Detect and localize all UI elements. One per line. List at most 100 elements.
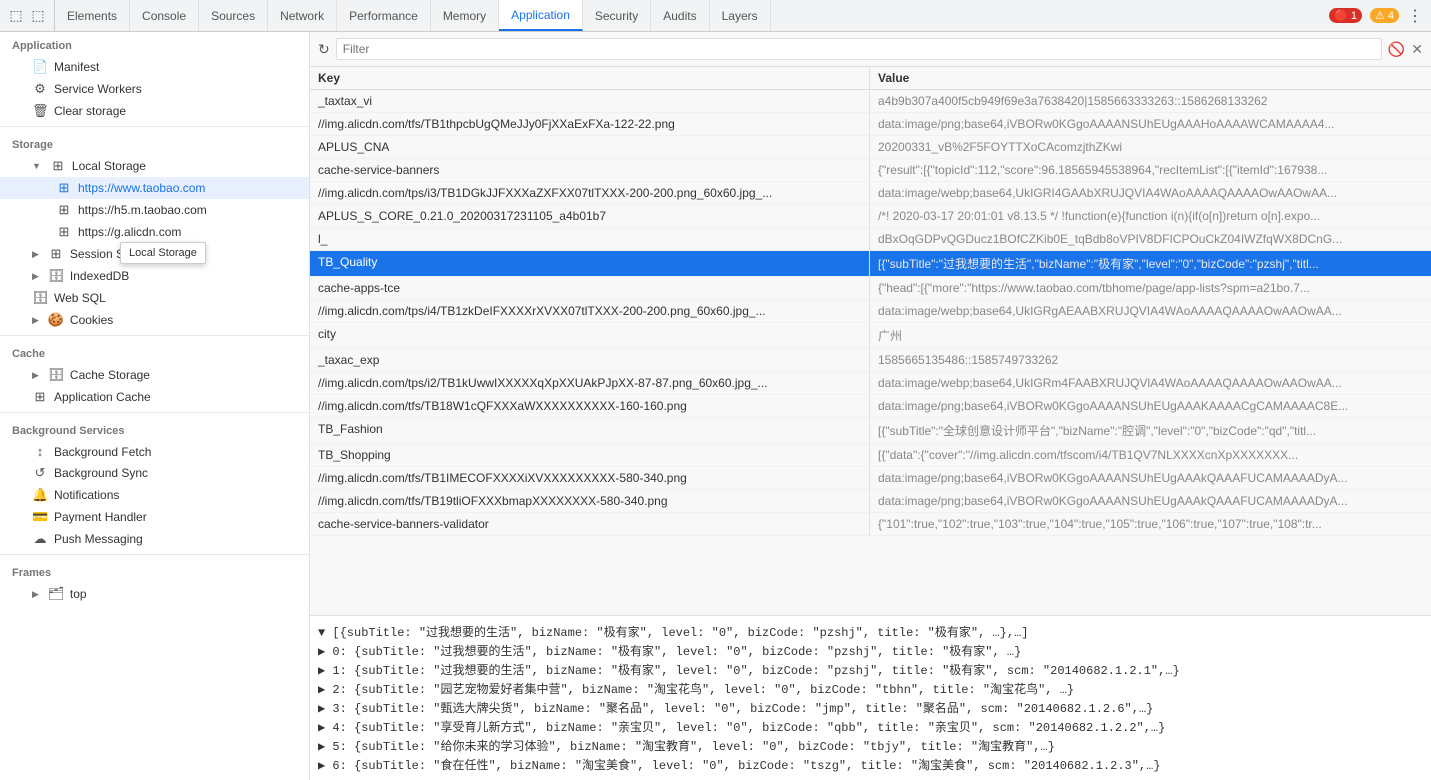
table-row[interactable]: TB_Fashion[{"subTitle":"全球创意设计师平台","bizN… xyxy=(310,418,1431,444)
tab-console[interactable]: Console xyxy=(130,0,199,31)
table-row[interactable]: //img.alicdn.com/tfs/TB19tliOFXXXbmapXXX… xyxy=(310,490,1431,513)
table-row[interactable]: //img.alicdn.com/tfs/TB1thpcbUgQMeJJy0Fj… xyxy=(310,113,1431,136)
preview-line[interactable]: ▶ 3: {subTitle: "甄选大牌尖货", bizName: "聚名品"… xyxy=(318,698,1423,717)
table-row[interactable]: TB_Quality[{"subTitle":"过我想要的生活","bizNam… xyxy=(310,251,1431,277)
preview-line[interactable]: ▶ 1: {subTitle: "过我想要的生活", bizName: "极有家… xyxy=(318,660,1423,679)
cell-value: 广州 xyxy=(870,323,1431,348)
cell-key: city xyxy=(310,323,870,348)
tab-sources[interactable]: Sources xyxy=(199,0,268,31)
tab-security[interactable]: Security xyxy=(583,0,651,31)
cell-value: a4b9b307a400f5cb949f69e3a7638420|1585663… xyxy=(870,90,1431,112)
cell-value: data:image/webp;base64,UkIGRgAEAABXRUJQV… xyxy=(870,300,1431,322)
chevron-right-icon2: ▶ xyxy=(32,271,39,282)
tab-audits[interactable]: Audits xyxy=(651,0,709,31)
cell-value: [{"subTitle":"全球创意设计师平台","bizName":"腔调",… xyxy=(870,418,1431,443)
cell-value: [{"data":{"cover":"//img.alicdn.com/tfsc… xyxy=(870,444,1431,466)
clear-filter-icon[interactable]: 🚫 xyxy=(1388,41,1405,58)
sidebar-item-app-cache[interactable]: ⊞ Application Cache xyxy=(0,386,309,408)
table-header: Key Value xyxy=(310,67,1431,90)
sidebar-item-ls-alicdn[interactable]: ⊞ https://g.alicdn.com xyxy=(0,221,309,243)
content-area: ↻ 🚫 ✕ Key Value _taxtax_via4b9b307a400f5… xyxy=(310,32,1431,780)
sidebar-item-payment-handler[interactable]: 💳 Payment Handler xyxy=(0,506,309,528)
cell-value: 20200331_vB%2F5FOYTTXoCAcomzjthZKwi xyxy=(870,136,1431,158)
tab-layers[interactable]: Layers xyxy=(710,0,771,31)
cell-key: //img.alicdn.com/tps/i2/TB1kUwwIXXXXXqXp… xyxy=(310,372,870,394)
sidebar-item-ls-m-taobao[interactable]: ⊞ https://h5.m.taobao.com xyxy=(0,199,309,221)
bottom-preview: ▼ [{subTitle: "过我想要的生活", bizName: "极有家",… xyxy=(310,615,1431,780)
chevron-down-icon: ▼ xyxy=(32,161,41,171)
table-row[interactable]: l_dBxOqGDPvQGDucz1BOfCZKib0E_tqBdb8oVPIV… xyxy=(310,228,1431,251)
inspect-icon[interactable]: ⬚ xyxy=(30,8,46,24)
payment-handler-icon: 💳 xyxy=(32,509,48,525)
section-bg-services: Background Services xyxy=(0,417,309,441)
sidebar-item-manifest[interactable]: 📄 Manifest xyxy=(0,56,309,78)
error-badge: 🔴 1 xyxy=(1329,8,1362,23)
session-storage-icon: ⊞ xyxy=(48,246,64,262)
tab-elements[interactable]: Elements xyxy=(55,0,130,31)
cell-key: l_ xyxy=(310,228,870,250)
sidebar-item-ls-taobao[interactable]: ⊞ https://www.taobao.com xyxy=(0,177,309,199)
col-header-key: Key xyxy=(310,67,870,89)
sidebar-group-cookies[interactable]: ▶ 🍪 Cookies xyxy=(0,309,309,331)
filter-bar: ↻ 🚫 ✕ xyxy=(310,32,1431,67)
sidebar-item-notifications[interactable]: 🔔 Notifications xyxy=(0,484,309,506)
table-row[interactable]: city广州 xyxy=(310,323,1431,349)
table-row[interactable]: _taxac_exp1585665135486::1585749733262 xyxy=(310,349,1431,372)
tab-application[interactable]: Application xyxy=(499,0,583,31)
preview-line[interactable]: ▶ 6: {subTitle: "食在任性", bizName: "淘宝美食",… xyxy=(318,755,1423,774)
tab-performance[interactable]: Performance xyxy=(337,0,431,31)
more-icon[interactable]: ⋮ xyxy=(1407,6,1423,26)
cell-key: _taxtax_vi xyxy=(310,90,870,112)
table-row[interactable]: APLUS_CNA20200331_vB%2F5FOYTTXoCAcomzjth… xyxy=(310,136,1431,159)
table-row[interactable]: cache-service-banners-validator{"101":tr… xyxy=(310,513,1431,536)
preview-line[interactable]: ▶ 0: {subTitle: "过我想要的生活", bizName: "极有家… xyxy=(318,641,1423,660)
sidebar-item-web-sql[interactable]: 🗄 Web SQL xyxy=(0,287,309,309)
preview-line[interactable]: ▶ 4: {subTitle: "享受育儿新方式", bizName: "亲宝贝… xyxy=(318,717,1423,736)
chevron-right-icon3: ▶ xyxy=(32,315,39,326)
table-row[interactable]: cache-apps-tce{"head":[{"more":"https://… xyxy=(310,277,1431,300)
sidebar-group-indexed-db[interactable]: ▶ 🗄 IndexedDB xyxy=(0,265,309,287)
table-row[interactable]: cache-service-banners{"result":[{"topicI… xyxy=(310,159,1431,182)
close-filter-icon[interactable]: ✕ xyxy=(1411,41,1423,58)
table-row[interactable]: APLUS_S_CORE_0.21.0_20200317231105_a4b01… xyxy=(310,205,1431,228)
cell-value: data:image/png;base64,iVBORw0KGgoAAAANSU… xyxy=(870,467,1431,489)
preview-line[interactable]: ▶ 2: {subTitle: "园艺宠物爱好者集中营", bizName: "… xyxy=(318,679,1423,698)
cell-key: cache-service-banners-validator xyxy=(310,513,870,535)
sidebar-item-service-workers[interactable]: ⚙ Service Workers xyxy=(0,78,309,100)
table-row[interactable]: //img.alicdn.com/tfs/TB18W1cQFXXXaWXXXXX… xyxy=(310,395,1431,418)
table-row[interactable]: _taxtax_via4b9b307a400f5cb949f69e3a76384… xyxy=(310,90,1431,113)
refresh-icon[interactable]: ↻ xyxy=(318,41,330,58)
sidebar-item-push-messaging[interactable]: ☁ Push Messaging xyxy=(0,528,309,550)
chevron-right-icon: ▶ xyxy=(32,249,39,260)
web-sql-icon: 🗄 xyxy=(32,290,48,306)
manifest-icon: 📄 xyxy=(32,59,48,75)
sidebar-item-clear-storage[interactable]: 🗑 Clear storage xyxy=(0,100,309,122)
table-row[interactable]: TB_Shopping[{"data":{"cover":"//img.alic… xyxy=(310,444,1431,467)
cache-storage-icon: 🗄 xyxy=(48,367,64,383)
table-row[interactable]: //img.alicdn.com/tps/i4/TB1zkDeIFXXXXrXV… xyxy=(310,300,1431,323)
top-frame-icon: 🗂 xyxy=(48,586,64,602)
tab-memory[interactable]: Memory xyxy=(431,0,499,31)
sidebar-group-session-storage[interactable]: ▶ ⊞ Session Storage xyxy=(0,243,309,265)
preview-line[interactable]: ▶ 5: {subTitle: "给你未来的学习体验", bizName: "淘… xyxy=(318,736,1423,755)
tab-network[interactable]: Network xyxy=(268,0,337,31)
cell-key: //img.alicdn.com/tps/i4/TB1zkDeIFXXXXrXV… xyxy=(310,300,870,322)
table-row[interactable]: //img.alicdn.com/tps/i3/TB1DGkJJFXXXaZXF… xyxy=(310,182,1431,205)
cell-key: cache-apps-tce xyxy=(310,277,870,299)
cell-value: dBxOqGDPvQGDucz1BOfCZKib0E_tqBdb8oVPIV8D… xyxy=(870,228,1431,250)
sidebar-group-local-storage[interactable]: ▼ ⊞ Local Storage xyxy=(0,155,309,177)
sidebar-item-bg-sync[interactable]: ↺ Background Sync xyxy=(0,462,309,484)
service-workers-icon: ⚙ xyxy=(32,81,48,97)
main-layout: Application 📄 Manifest ⚙ Service Workers… xyxy=(0,32,1431,780)
filter-input[interactable] xyxy=(336,38,1382,60)
local-storage-icon: ⊞ xyxy=(50,158,66,174)
tab-right-area: 🔴 1 ⚠ 4 ⋮ xyxy=(1321,6,1431,26)
preview-line[interactable]: ▼ [{subTitle: "过我想要的生活", bizName: "极有家",… xyxy=(318,622,1423,641)
sidebar-item-bg-fetch[interactable]: ↕ Background Fetch xyxy=(0,441,309,462)
sidebar-group-cache-storage[interactable]: ▶ 🗄 Cache Storage xyxy=(0,364,309,386)
dock-icon[interactable]: ⬚ xyxy=(8,8,24,24)
table-row[interactable]: //img.alicdn.com/tps/i2/TB1kUwwIXXXXXqXp… xyxy=(310,372,1431,395)
sidebar-item-top-frame[interactable]: ▶ 🗂 top xyxy=(0,583,309,605)
table-row[interactable]: //img.alicdn.com/tfs/TB1IMECOFXXXXiXVXXX… xyxy=(310,467,1431,490)
cell-value: data:image/png;base64,iVBORw0KGgoAAAANSU… xyxy=(870,113,1431,135)
